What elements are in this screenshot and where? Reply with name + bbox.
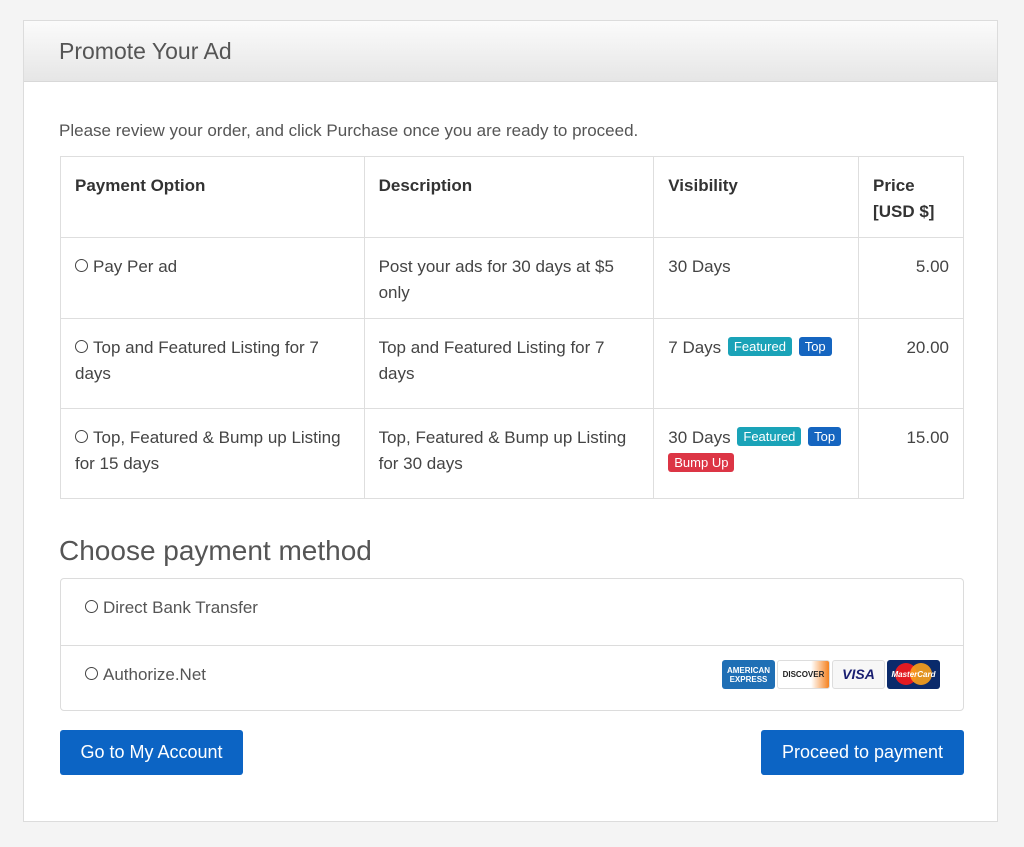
mastercard-logo: MasterCard — [887, 660, 940, 689]
discover-logo: DISCOVER — [777, 660, 830, 689]
visibility-text: 7 Days — [668, 338, 722, 357]
radio-button[interactable] — [75, 340, 88, 353]
payment-options-table: Payment Option Description Visibility Pr… — [60, 156, 964, 499]
payment-option-cell[interactable]: Top, Featured & Bump up Listing for 15 d… — [60, 408, 365, 499]
top-badge: Top — [798, 337, 832, 356]
method-label: Direct Bank Transfer — [103, 598, 258, 617]
go-to-my-account-button[interactable]: Go to My Account — [60, 730, 243, 775]
option-label: Top, Featured & Bump up Listing for 15 d… — [75, 428, 341, 473]
payment-method-bank-transfer[interactable]: Direct Bank Transfer — [61, 579, 963, 645]
table-row: Pay Per ad Post your ads for 30 days at … — [60, 237, 964, 319]
page-title: Promote Your Ad — [59, 38, 232, 64]
description-cell: Post your ads for 30 days at $5 only — [363, 237, 655, 319]
radio-button[interactable] — [75, 430, 88, 443]
table-row: Top and Featured Listing for 7 days Top … — [60, 318, 964, 409]
radio-button[interactable] — [85, 600, 98, 613]
price-header-line: Price — [873, 176, 915, 195]
amex-logo: AMERICAN EXPRESS — [722, 660, 775, 689]
visibility-cell: 7 Days Featured Top — [653, 318, 860, 409]
description-cell: Top, Featured & Bump up Listing for 30 d… — [363, 408, 655, 499]
price-cell: 20.00 — [858, 318, 964, 409]
radio-button[interactable] — [85, 667, 98, 680]
description-cell: Top and Featured Listing for 7 days — [363, 318, 655, 409]
column-header: Visibility — [653, 156, 860, 238]
visa-logo: VISA — [832, 660, 885, 689]
payment-option-cell[interactable]: Top and Featured Listing for 7 days — [60, 318, 365, 409]
radio-button[interactable] — [75, 259, 88, 272]
intro-text: Please review your order, and click Purc… — [59, 121, 639, 140]
method-label: Authorize.Net — [103, 665, 206, 684]
proceed-to-payment-button[interactable]: Proceed to payment — [761, 730, 964, 775]
featured-badge: Featured — [737, 427, 802, 446]
table-header-row: Payment Option Description Visibility Pr… — [60, 156, 964, 238]
payment-method-title: Choose payment method — [59, 535, 372, 566]
column-header: Description — [363, 156, 655, 238]
panel-header: Promote Your Ad — [24, 21, 997, 82]
bump-up-badge: Bump Up — [668, 453, 735, 472]
visibility-cell: 30 Days Featured Top Bump Up — [653, 408, 860, 499]
option-label: Pay Per ad — [93, 257, 178, 276]
price-cell: 15.00 — [858, 408, 964, 499]
visibility-text: 30 Days — [668, 428, 731, 447]
featured-badge: Featured — [727, 337, 792, 356]
mastercard-text: MasterCard — [891, 670, 936, 679]
table-row: Top, Featured & Bump up Listing for 15 d… — [60, 408, 964, 499]
visibility-text: 30 Days — [668, 257, 731, 276]
visibility-cell: 30 Days — [653, 237, 860, 319]
column-header: Payment Option — [60, 156, 365, 238]
card-logos: AMERICAN EXPRESS DISCOVER VISA MasterCar… — [722, 660, 940, 689]
payment-methods-list: Direct Bank Transfer Authorize.Net AMERI… — [60, 578, 964, 711]
option-label: Top and Featured Listing for 7 days — [75, 338, 319, 383]
payment-method-authorize-net[interactable]: Authorize.Net AMERICAN EXPRESS DISCOVER … — [61, 645, 963, 711]
promote-ad-panel: Promote Your Ad Please review your order… — [23, 20, 998, 822]
price-header-line: [USD $] — [873, 202, 935, 221]
top-badge: Top — [808, 427, 842, 446]
column-header-price: Price [USD $] — [858, 156, 964, 238]
price-cell: 5.00 — [858, 237, 964, 319]
payment-option-cell[interactable]: Pay Per ad — [60, 237, 365, 319]
